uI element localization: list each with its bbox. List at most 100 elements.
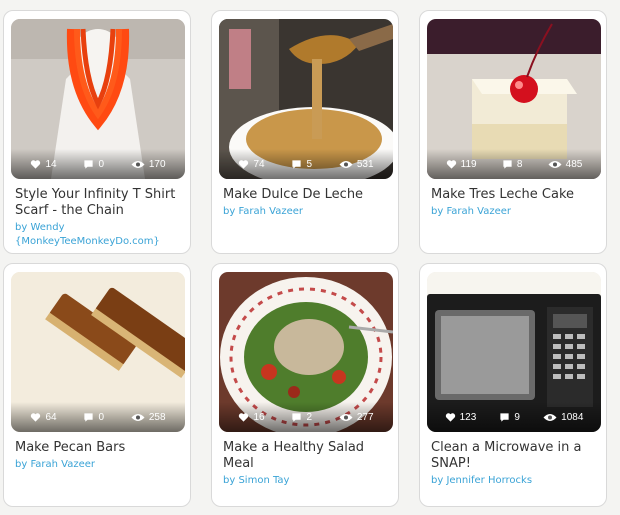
heart-icon (446, 159, 456, 169)
project-card[interactable]: 16 2 277 Make a Healthy Salad Meal by Si… (211, 263, 399, 507)
views-count: 170 (148, 158, 166, 170)
author-prefix: by (431, 475, 444, 486)
stats-bar: 14 0 170 (11, 149, 185, 179)
comment-icon (84, 412, 94, 422)
favorites-count: 16 (253, 411, 265, 423)
comments-stat: 0 (83, 412, 104, 423)
stats-bar: 64 0 258 (11, 402, 185, 432)
project-thumbnail[interactable]: 64 0 258 (11, 272, 185, 432)
views-stat: 258 (131, 412, 166, 423)
author-link[interactable]: Simon Tay (238, 475, 289, 486)
comments-stat: 5 (291, 159, 312, 170)
comments-stat: 9 (499, 412, 520, 423)
views-stat: 1084 (543, 412, 583, 423)
project-card[interactable]: 14 0 170 Style Your Infinity T Shirt Sca… (3, 10, 191, 254)
project-title-block: Make Pecan Bars by Farah Vazeer (15, 440, 182, 472)
favorites-count: 64 (45, 411, 57, 423)
comments-stat: 2 (291, 412, 312, 423)
author-link[interactable]: Wendy {MonkeyTeeMonkeyDo.com} (15, 222, 160, 247)
author-link[interactable]: Farah Vazeer (30, 459, 95, 470)
views-stat: 485 (548, 158, 583, 170)
favorites-count: 74 (253, 158, 265, 170)
project-thumbnail[interactable]: 123 9 1084 (427, 272, 601, 432)
project-author: by Farah Vazeer (223, 205, 390, 219)
favorites-stat: 16 (238, 411, 265, 423)
project-title-block: Make Tres Leche Cake by Farah Vazeer (431, 187, 598, 219)
favorites-stat: 123 (445, 411, 477, 423)
favorites-stat: 64 (30, 411, 57, 423)
project-title-block: Make Dulce De Leche by Farah Vazeer (223, 187, 390, 219)
project-thumbnail[interactable]: 74 5 531 (219, 19, 393, 179)
project-author: by Simon Tay (223, 474, 390, 488)
project-title-block: Style Your Infinity T Shirt Scarf - the … (15, 187, 182, 249)
comments-stat: 8 (502, 158, 523, 170)
project-title[interactable]: Style Your Infinity T Shirt Scarf - the … (15, 187, 182, 219)
project-card[interactable]: 74 5 531 Make Dulce De Leche by Farah Va… (211, 10, 399, 254)
eye-icon (131, 160, 145, 168)
project-card[interactable]: 64 0 258 Make Pecan Bars by Farah Vazeer (3, 263, 191, 507)
views-count: 277 (356, 411, 374, 423)
project-title[interactable]: Make Pecan Bars (15, 440, 182, 456)
comments-count: 0 (98, 411, 104, 423)
author-prefix: by (223, 475, 236, 486)
views-stat: 170 (131, 159, 166, 170)
heart-icon (445, 412, 455, 422)
heart-icon (31, 412, 41, 422)
project-thumbnail[interactable]: 119 8 485 (427, 19, 601, 179)
project-author: by Farah Vazeer (15, 458, 182, 472)
stats-bar: 16 2 277 (219, 402, 393, 432)
author-prefix: by (223, 206, 236, 217)
heart-icon (239, 159, 249, 169)
favorites-count: 119 (460, 158, 477, 170)
heart-icon (31, 159, 41, 169)
comments-count: 0 (98, 158, 104, 170)
project-author: by Jennifer Horrocks (431, 474, 598, 488)
views-stat: 531 (339, 159, 374, 170)
eye-icon (339, 413, 353, 421)
stats-bar: 119 8 485 (427, 149, 601, 179)
eye-icon (543, 413, 557, 421)
author-link[interactable]: Jennifer Horrocks (446, 475, 532, 486)
views-count: 531 (356, 158, 374, 170)
author-link[interactable]: Farah Vazeer (446, 206, 511, 217)
project-title-block: Clean a Microwave in a SNAP! by Jennifer… (431, 440, 598, 488)
stats-bar: 123 9 1084 (427, 402, 601, 432)
views-count: 258 (148, 411, 166, 423)
project-title-block: Make a Healthy Salad Meal by Simon Tay (223, 440, 390, 488)
author-prefix: by (431, 206, 444, 217)
project-title[interactable]: Clean a Microwave in a SNAP! (431, 440, 598, 472)
project-title[interactable]: Make a Healthy Salad Meal (223, 440, 390, 472)
project-thumbnail[interactable]: 14 0 170 (11, 19, 185, 179)
stats-bar: 74 5 531 (219, 149, 393, 179)
project-title[interactable]: Make Tres Leche Cake (431, 187, 598, 203)
favorites-stat: 74 (238, 158, 265, 170)
project-card[interactable]: 119 8 485 Make Tres Leche Cake by Farah … (419, 10, 607, 254)
views-count: 1084 (561, 411, 584, 423)
comment-icon (84, 159, 94, 169)
favorites-count: 123 (459, 411, 477, 423)
comments-count: 5 (306, 158, 312, 170)
views-count: 485 (565, 158, 583, 170)
comment-icon (292, 412, 302, 422)
project-thumbnail[interactable]: 16 2 277 (219, 272, 393, 432)
favorites-count: 14 (45, 158, 57, 170)
comment-icon (503, 159, 512, 169)
author-prefix: by (15, 222, 28, 233)
comments-count: 8 (516, 158, 523, 170)
eye-icon (548, 160, 562, 168)
comments-stat: 0 (83, 159, 104, 170)
project-author: by Wendy {MonkeyTeeMonkeyDo.com} (15, 221, 182, 249)
views-stat: 277 (339, 412, 374, 423)
project-card[interactable]: 123 9 1084 Clean a Microwave in a SNAP! … (419, 263, 607, 507)
eye-icon (131, 413, 145, 421)
comment-icon (500, 412, 510, 422)
eye-icon (339, 160, 353, 168)
comments-count: 9 (514, 411, 520, 423)
author-link[interactable]: Farah Vazeer (238, 206, 303, 217)
favorites-stat: 14 (30, 158, 57, 170)
project-title[interactable]: Make Dulce De Leche (223, 187, 390, 203)
favorites-stat: 119 (446, 159, 477, 170)
comments-count: 2 (306, 411, 312, 423)
project-author: by Farah Vazeer (431, 205, 598, 219)
heart-icon (239, 412, 249, 422)
